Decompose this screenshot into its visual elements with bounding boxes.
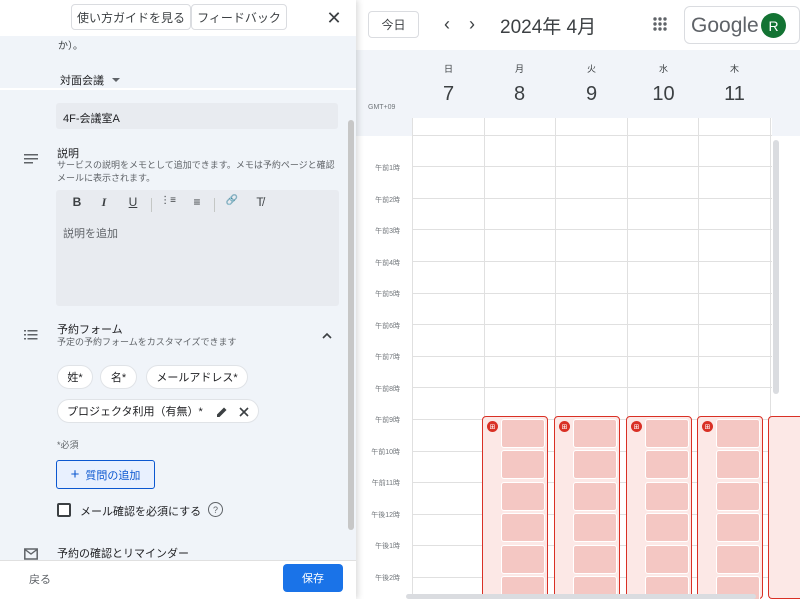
timezone-label: GMT+09	[368, 104, 396, 111]
hour-label: 午前7時	[375, 354, 400, 361]
add-question-label: 質問の追加	[85, 469, 141, 482]
horizontal-scrollbar[interactable]	[406, 594, 756, 599]
hour-label: 午前6時	[375, 323, 400, 330]
booking-form-title: 予約フォーム	[57, 324, 123, 336]
text-fragment: か）。	[58, 41, 83, 52]
clear-format-icon[interactable]: T̸	[252, 195, 268, 209]
day-header-wed[interactable]: 水 10	[628, 62, 699, 106]
avatar[interactable]: R	[761, 13, 786, 38]
description-editor[interactable]: B I U ⋮≡ ≡ 🔗 T̸ 説明を追加	[56, 190, 339, 306]
caret-down-icon	[112, 78, 120, 82]
help-icon[interactable]: ?	[208, 502, 223, 517]
booking-slot-block-tue[interactable]: ⊞	[554, 416, 620, 599]
hour-label: 午前11時	[371, 480, 400, 487]
bold-icon[interactable]: B	[69, 195, 85, 209]
bulleted-list-icon[interactable]: ≡	[189, 195, 205, 209]
remove-icon[interactable]	[239, 407, 249, 417]
hour-label: 午後2時	[375, 575, 400, 582]
hour-label: 午前4時	[375, 260, 400, 267]
add-question-button[interactable]: + 質問の追加	[56, 460, 155, 489]
month-title: 2024年 4月	[500, 17, 597, 38]
meeting-type-value: 対面会議	[60, 75, 104, 87]
booking-page-icon: ⊞	[702, 421, 713, 432]
today-button[interactable]: 今日	[368, 11, 419, 38]
hour-label: 午前10時	[371, 449, 400, 456]
hour-label: 午前9時	[375, 417, 400, 424]
italic-icon[interactable]: I	[96, 195, 112, 210]
calendar-toolbar: 今日 ‹ › 2024年 4月 Google R	[356, 0, 800, 50]
underline-icon[interactable]: U	[125, 195, 141, 209]
notes-icon	[24, 154, 38, 164]
hour-label: 午後1時	[375, 543, 400, 550]
field-chip-projector[interactable]: プロジェクタ利用（有無）*	[57, 399, 259, 423]
plus-icon: +	[70, 466, 80, 483]
day-header-mon[interactable]: 月 8	[484, 62, 555, 106]
apps-grid-icon[interactable]	[650, 14, 670, 34]
hour-label: 午後12時	[371, 512, 400, 519]
booking-slot-block-mon[interactable]: ⊞	[482, 416, 548, 599]
field-chip-first-name[interactable]: 名*	[100, 365, 137, 389]
link-icon[interactable]: 🔗	[224, 195, 240, 206]
confirmation-reminder-title: 予約の確認とリマインダー	[57, 548, 189, 560]
hour-label: 午前5時	[375, 291, 400, 298]
field-chip-label: プロジェクタ利用（有無）*	[67, 406, 203, 418]
calendar-scrollbar[interactable]	[773, 140, 779, 394]
back-button[interactable]: 戻る	[29, 571, 51, 587]
next-week-button[interactable]: ›	[461, 12, 483, 36]
booking-page-icon: ⊞	[631, 421, 642, 432]
description-subtitle: サービスの説明をメモとして追加できます。メモは予約ページと確認メールに表示されま…	[57, 160, 335, 183]
day-header-sun[interactable]: 日 7	[413, 62, 484, 106]
hour-label: 午前3時	[375, 228, 400, 235]
email-verification-label: メール確認を必須にする	[80, 506, 202, 518]
required-note: *必須	[57, 440, 79, 450]
guide-button[interactable]: 使い方ガイドを見る	[71, 4, 191, 30]
day-header-thu[interactable]: 木 11	[699, 62, 770, 106]
booking-slot-block-fri[interactable]	[768, 416, 800, 599]
panel-footer: 戻る 保存	[0, 560, 356, 599]
email-verification-checkbox[interactable]	[57, 503, 71, 517]
booking-page-icon: ⊞	[559, 421, 570, 432]
field-chip-last-name[interactable]: 姓*	[57, 365, 93, 389]
day-header-tue[interactable]: 火 9	[556, 62, 627, 106]
edit-pencil-icon[interactable]	[216, 406, 228, 418]
panel-scrollbar[interactable]	[348, 120, 354, 530]
booking-slot-block-thu[interactable]: ⊞	[697, 416, 763, 599]
mail-icon	[24, 548, 38, 560]
booking-settings-panel: 使い方ガイドを見る フィードバック ✕ か）。 対面会議 4F-会議室A 説明 …	[0, 0, 356, 599]
prev-week-button[interactable]: ‹	[436, 12, 458, 36]
chevron-up-icon[interactable]	[321, 330, 333, 342]
divider	[0, 88, 356, 90]
location-field[interactable]: 4F-会議室A	[56, 103, 338, 129]
panel-top-bar: 使い方ガイドを見る フィードバック ✕	[0, 0, 356, 36]
close-icon[interactable]: ✕	[324, 8, 344, 28]
hour-label: 午前2時	[375, 197, 400, 204]
list-icon	[24, 330, 38, 340]
feedback-button[interactable]: フィードバック	[191, 4, 287, 30]
calendar-view: 今日 ‹ › 2024年 4月 Google R 日 7 月 8 火 9 水 1…	[356, 0, 800, 599]
booking-form-subtitle: 予定の予約フォームをカスタマイズできます	[57, 337, 237, 347]
hour-label: 午前1時	[375, 165, 400, 172]
account-box[interactable]: Google R	[684, 6, 800, 44]
field-chip-email[interactable]: メールアドレス*	[146, 365, 248, 389]
booking-slot-block-wed[interactable]: ⊞	[626, 416, 692, 599]
description-placeholder: 説明を追加	[63, 228, 118, 240]
meeting-type-dropdown[interactable]: 対面会議	[60, 72, 120, 88]
hour-label: 午前8時	[375, 386, 400, 393]
save-button[interactable]: 保存	[283, 564, 343, 592]
numbered-list-icon[interactable]: ⋮≡	[160, 195, 176, 206]
google-logo: Google	[691, 14, 759, 37]
booking-page-icon: ⊞	[487, 421, 498, 432]
